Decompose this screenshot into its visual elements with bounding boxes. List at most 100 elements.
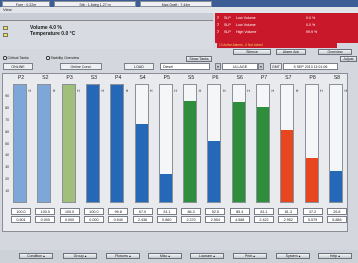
axis-tick-label: 60 [5, 129, 9, 134]
temperature-legend-swatch [3, 33, 8, 37]
bottom-button-misc[interactable]: Misc ▴ [148, 253, 182, 259]
fluid-dropdown-arrow-icon[interactable]: ▾ [215, 63, 221, 70]
tank-secondary-value: 0.000 [59, 216, 80, 223]
tank-gauge: H [183, 84, 201, 203]
axis-tick-label: 50 [5, 141, 9, 146]
tank-volume-value: 99.8 [108, 208, 129, 215]
tank-column-p7[interactable]: P7 H 81.1 2.422 [253, 74, 275, 231]
tank-gauge: H [328, 84, 347, 203]
tank-volume-value: 100.0 [35, 208, 56, 215]
bottom-button-label: System [285, 254, 298, 258]
tank-secondary-value: 2.436 [132, 216, 153, 223]
tank-fill-level [14, 85, 26, 202]
axis-tick-label: 70 [5, 117, 9, 122]
high-level-marker: H [320, 89, 323, 93]
tank-column-s3[interactable]: S3 H 100.0 0.000 [83, 74, 105, 231]
tank-secondary-value: 0.601 [11, 216, 31, 223]
high-level-marker: H [174, 89, 177, 93]
tank-fill-level [232, 102, 245, 202]
bottom-button-system[interactable]: System ▴ [276, 253, 310, 259]
critical-tanks-radio[interactable] [3, 56, 7, 60]
bottom-button-group[interactable]: Group ▴ [63, 253, 97, 259]
tank-column-p3[interactable]: P3 H 100.0 0.000 [59, 74, 81, 231]
axis-tick-label: 80 [5, 105, 9, 110]
option-stability-overview[interactable]: Stability Overview [46, 56, 79, 61]
bottom-button-condition[interactable]: Condition ▴ [19, 253, 53, 259]
alarm-tank-code: SLP [224, 30, 231, 34]
tank-volume-value: 100.0 [83, 208, 104, 215]
menu-view[interactable]: View [3, 7, 12, 12]
bottom-button-label: Group [73, 254, 84, 258]
overview-button[interactable]: Overview [318, 49, 352, 55]
tank-secondary-value: 0.000 [35, 216, 56, 223]
alarm-ack-button[interactable]: Alarm Ack [276, 49, 306, 55]
tank-name: P2 [17, 75, 25, 81]
menu-arrow-icon: ▴ [212, 254, 216, 258]
tank-fill-level [281, 130, 294, 202]
tank-fill-level [38, 85, 51, 202]
axis-tick-label: 90 [5, 93, 9, 98]
alarm-message: Low Volume [236, 16, 256, 20]
bottom-button-pictures[interactable]: Pictures ▴ [106, 253, 140, 259]
high-level-marker: H [77, 89, 80, 93]
tank-volume-value: 100.0 [11, 208, 31, 215]
tank-secondary-value: 2.554 [205, 216, 226, 223]
option-critical-tanks[interactable]: Critical Tanks [3, 56, 29, 61]
tank-column-s8[interactable]: S8 H 26.8 5.886 [326, 74, 348, 231]
tank-volume-value: 61.3 [278, 208, 299, 215]
tank-gauge: H [304, 84, 323, 203]
tank-secondary-value: 5.886 [326, 216, 347, 223]
bottom-button-lowcam[interactable]: Lowcam ▴ [190, 253, 224, 259]
fore-draft: Fore : 0.22m [2, 1, 50, 7]
ullage-dropdown-arrow-icon[interactable]: ▾ [258, 63, 264, 70]
alarm-tank-code: SLP [224, 16, 231, 20]
menu-arrow-icon: ▴ [128, 254, 131, 258]
alarm-value: 99.9 % [306, 30, 318, 34]
tank-volume-value: 100.0 [59, 208, 80, 215]
tank-name: S5 [187, 75, 195, 81]
tank-column-p5[interactable]: P5 H 24.1 0.860 [156, 74, 178, 231]
tank-fill-level [111, 85, 124, 202]
axis-tick-label: 30 [5, 165, 9, 170]
alarm-message: Low Volume [236, 23, 256, 27]
tank-column-s2[interactable]: S2 H 100.0 0.000 [34, 74, 56, 231]
tank-gauge: H [280, 84, 298, 203]
tank-secondary-value: 0.860 [156, 216, 177, 223]
tank-secondary-value: 0.000 [83, 216, 104, 223]
tank-column-p8[interactable]: P8 H 37.2 5.579 [302, 74, 324, 231]
axis-tick-label: 40 [5, 153, 9, 158]
tank-gauge: H [134, 84, 153, 203]
tank-column-s5[interactable]: S5 H 86.3 2.370 [180, 74, 202, 231]
adjust-button[interactable]: Adjust [340, 56, 357, 62]
tank-secondary-value: 4.588 [229, 216, 250, 223]
bottom-button-help[interactable]: Help ▴ [318, 253, 352, 259]
high-level-marker: H [28, 89, 31, 93]
tank-column-p6[interactable]: P6 H 52.5 2.554 [204, 74, 226, 231]
tank-name: P8 [309, 75, 316, 81]
bottom-button-label: Lowcam [198, 254, 213, 258]
tank-volume-value: 85.4 [229, 208, 250, 215]
alarm-message: High Volume [236, 30, 257, 34]
high-level-marker: H [198, 89, 202, 93]
stability-overview-radio[interactable] [46, 56, 50, 60]
high-level-marker: H [125, 89, 129, 93]
tank-column-s4[interactable]: S4 H 67.0 2.436 [132, 74, 154, 231]
fluid-select[interactable]: Diesel [160, 63, 210, 70]
tank-secondary-value: 5.579 [302, 216, 323, 223]
bottom-button-label: Condition [27, 254, 43, 258]
tank-column-p4[interactable]: P4 H 99.8 0.540 [107, 74, 129, 231]
fluid-value: Diesel [163, 65, 173, 69]
bottom-button-print[interactable]: Print ▴ [233, 253, 267, 259]
alarm-tank-code: SLP [224, 23, 231, 27]
tank-name: P4 [115, 75, 122, 81]
silence-button[interactable]: Silence [233, 49, 271, 55]
tank-fill-level [135, 123, 148, 202]
show-tanks-button[interactable]: Show Tanks [186, 56, 212, 62]
tank-column-p2[interactable]: P2 H 100.0 0.601 [10, 74, 32, 231]
ullage-select[interactable]: ULLAGE [222, 63, 258, 70]
tank-gauge: H [61, 84, 80, 203]
volume-legend-swatch [3, 26, 8, 30]
tank-column-s7[interactable]: S7 H 61.3 2.952 [277, 74, 299, 231]
online-cond: Online Cond. [60, 63, 102, 70]
tank-column-s6[interactable]: S6 H 85.4 4.588 [229, 74, 251, 231]
